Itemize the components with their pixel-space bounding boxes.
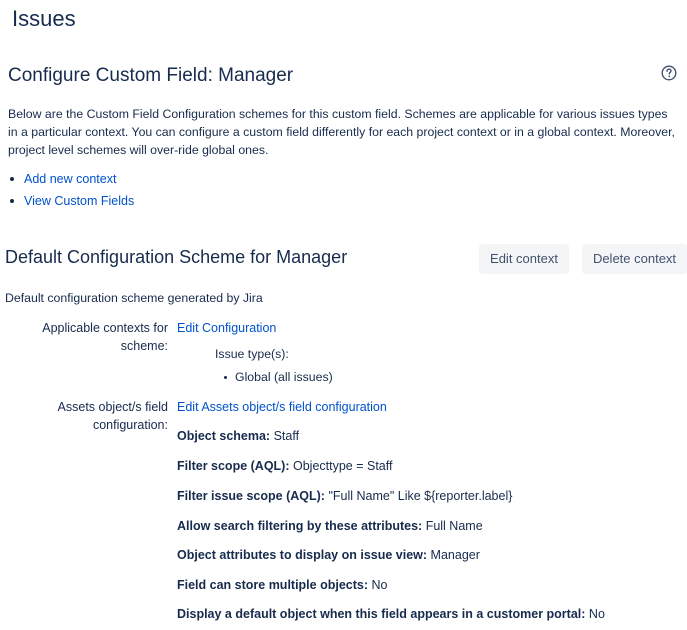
- section-title: Configure Custom Field: Manager: [8, 65, 294, 86]
- assets-config-label: Assets object/s field configuration:: [20, 398, 168, 434]
- row-key: Display a default object when this field…: [177, 607, 586, 621]
- row-key: Field can store multiple objects:: [177, 578, 369, 592]
- issue-type-value: Global (all issues): [235, 370, 333, 384]
- row-value: No: [588, 607, 605, 621]
- row-value: "Full Name" Like ${reporter.label}: [328, 489, 513, 503]
- contexts-label: Applicable contexts for scheme:: [20, 319, 168, 355]
- delete-context-button[interactable]: Delete context: [582, 244, 687, 274]
- contexts-label-line1: Applicable contexts for: [42, 321, 168, 335]
- row-value: Manager: [430, 548, 480, 562]
- bullet-icon: [224, 376, 227, 380]
- config-row-object-schema: Object schema: Staff: [177, 427, 299, 445]
- scheme-description: Default configuration scheme generated b…: [5, 291, 263, 305]
- scheme-title: Default Configuration Scheme for Manager: [5, 247, 348, 267]
- issue-type-item: Global (all issues): [224, 370, 333, 384]
- view-custom-fields-link[interactable]: View Custom Fields: [24, 194, 134, 208]
- row-value: Staff: [273, 429, 300, 443]
- list-item: Add new context: [8, 170, 134, 192]
- assets-label-line1: Assets object/s field: [57, 400, 168, 414]
- edit-context-button[interactable]: Edit context: [479, 244, 569, 274]
- section-description: Below are the Custom Field Configuration…: [8, 107, 675, 157]
- page-title: Issues: [12, 6, 76, 31]
- add-new-context-link[interactable]: Add new context: [24, 172, 116, 186]
- row-value: Full Name: [425, 519, 483, 533]
- config-row-filter-issue-scope: Filter issue scope (AQL): "Full Name" Li…: [177, 487, 512, 505]
- config-row-search-attributes: Allow search filtering by these attribut…: [177, 517, 483, 535]
- assets-label-line2: configuration:: [92, 418, 168, 432]
- edit-assets-config-link[interactable]: Edit Assets object/s field configuration: [177, 398, 387, 416]
- row-value: No: [371, 578, 388, 592]
- row-key: Allow search filtering by these attribut…: [177, 519, 423, 533]
- context-links: Add new context View Custom Fields: [8, 170, 134, 214]
- row-key: Filter issue scope (AQL):: [177, 489, 325, 503]
- edit-configuration-link[interactable]: Edit Configuration: [177, 319, 276, 337]
- config-row-multiple-objects: Field can store multiple objects: No: [177, 576, 387, 594]
- contexts-label-line2: scheme:: [120, 339, 168, 353]
- row-key: Object schema:: [177, 429, 271, 443]
- config-row-display-attributes: Object attributes to display on issue vi…: [177, 546, 480, 564]
- config-row-default-object: Display a default object when this field…: [177, 605, 605, 623]
- row-key: Object attributes to display on issue vi…: [177, 548, 428, 562]
- help-icon[interactable]: [661, 65, 677, 81]
- list-item: View Custom Fields: [8, 192, 134, 214]
- row-value: Objecttype = Staff: [293, 459, 393, 473]
- issue-types-label: Issue type(s):: [215, 347, 289, 361]
- config-row-filter-scope: Filter scope (AQL): Objecttype = Staff: [177, 457, 392, 475]
- row-key: Filter scope (AQL):: [177, 459, 290, 473]
